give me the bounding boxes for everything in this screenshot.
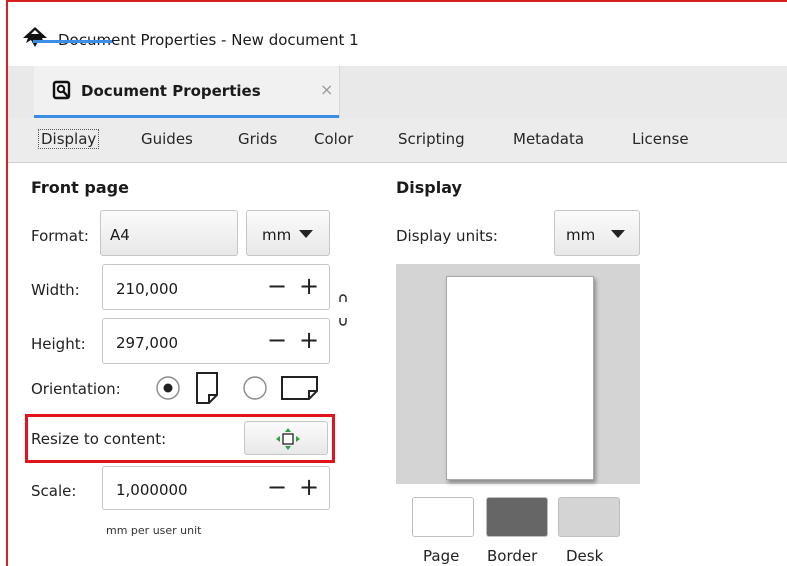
height-spinbox[interactable]: 297,000 − + xyxy=(102,318,330,364)
format-unit-combobox[interactable]: mm xyxy=(246,210,330,256)
tab-license[interactable]: License xyxy=(632,130,689,148)
tab-color[interactable]: Color xyxy=(314,130,353,148)
portrait-page-icon xyxy=(196,372,218,404)
aspect-lock-chain-icon[interactable] xyxy=(337,288,349,332)
format-unit-value: mm xyxy=(262,226,292,244)
page-color-swatch[interactable] xyxy=(412,497,474,537)
document-properties-icon xyxy=(52,80,71,100)
desk-color-swatch[interactable] xyxy=(558,497,620,537)
page-swatch-label: Page xyxy=(423,547,460,565)
page-preview-paper xyxy=(446,276,594,480)
scale-label: Scale: xyxy=(31,482,77,500)
display-tab-indicator xyxy=(33,40,112,43)
border-color-swatch[interactable] xyxy=(486,497,548,537)
border-swatch-label: Border xyxy=(487,547,538,565)
width-value: 210,000 xyxy=(116,280,179,298)
format-label: Format: xyxy=(31,227,89,245)
tab-scripting[interactable]: Scripting xyxy=(398,130,465,148)
tab-display[interactable]: Display xyxy=(38,129,100,149)
chevron-down-icon xyxy=(611,230,625,238)
notebook-tabs: Display Guides Grids Color Scripting Met… xyxy=(8,118,787,163)
height-increment-button[interactable]: + xyxy=(299,328,319,352)
scale-decrement-button[interactable]: − xyxy=(267,475,287,499)
display-units-value: mm xyxy=(566,226,596,244)
width-spinbox[interactable]: 210,000 − + xyxy=(102,264,330,310)
chevron-down-icon xyxy=(299,230,313,238)
orientation-label: Orientation: xyxy=(31,380,121,398)
width-increment-button[interactable]: + xyxy=(299,274,319,298)
portrait-radio[interactable] xyxy=(155,375,181,401)
format-combobox[interactable]: A4 xyxy=(100,210,238,256)
format-value: A4 xyxy=(110,226,130,244)
display-units-combobox[interactable]: mm xyxy=(554,210,640,256)
landscape-page-icon xyxy=(281,376,318,400)
scale-spinbox[interactable]: 1,000000 − + xyxy=(102,466,330,510)
scale-unit-note: mm per user unit xyxy=(106,524,202,537)
scale-increment-button[interactable]: + xyxy=(299,475,319,499)
tab-guides[interactable]: Guides xyxy=(141,130,193,148)
tab-grids[interactable]: Grids xyxy=(238,130,277,148)
width-label: Width: xyxy=(31,281,80,299)
height-value: 297,000 xyxy=(116,334,179,352)
landscape-radio[interactable] xyxy=(242,375,268,401)
resize-to-content-highlight xyxy=(25,414,335,463)
inkscape-app-icon xyxy=(23,27,47,47)
display-units-label: Display units: xyxy=(396,227,498,245)
width-decrement-button[interactable]: − xyxy=(267,274,287,298)
height-decrement-button[interactable]: − xyxy=(267,328,287,352)
front-page-heading: Front page xyxy=(31,178,129,197)
tab-metadata[interactable]: Metadata xyxy=(513,130,584,148)
close-tab-icon[interactable]: × xyxy=(320,80,333,99)
desk-swatch-label: Desk xyxy=(566,547,604,565)
scale-value: 1,000000 xyxy=(116,481,188,499)
tab-document-properties[interactable]: Document Properties × xyxy=(34,66,340,118)
display-heading: Display xyxy=(396,178,462,197)
height-label: Height: xyxy=(31,335,86,353)
dock-tab-strip: Document Properties × xyxy=(8,66,787,119)
tab-label: Document Properties xyxy=(81,82,261,100)
